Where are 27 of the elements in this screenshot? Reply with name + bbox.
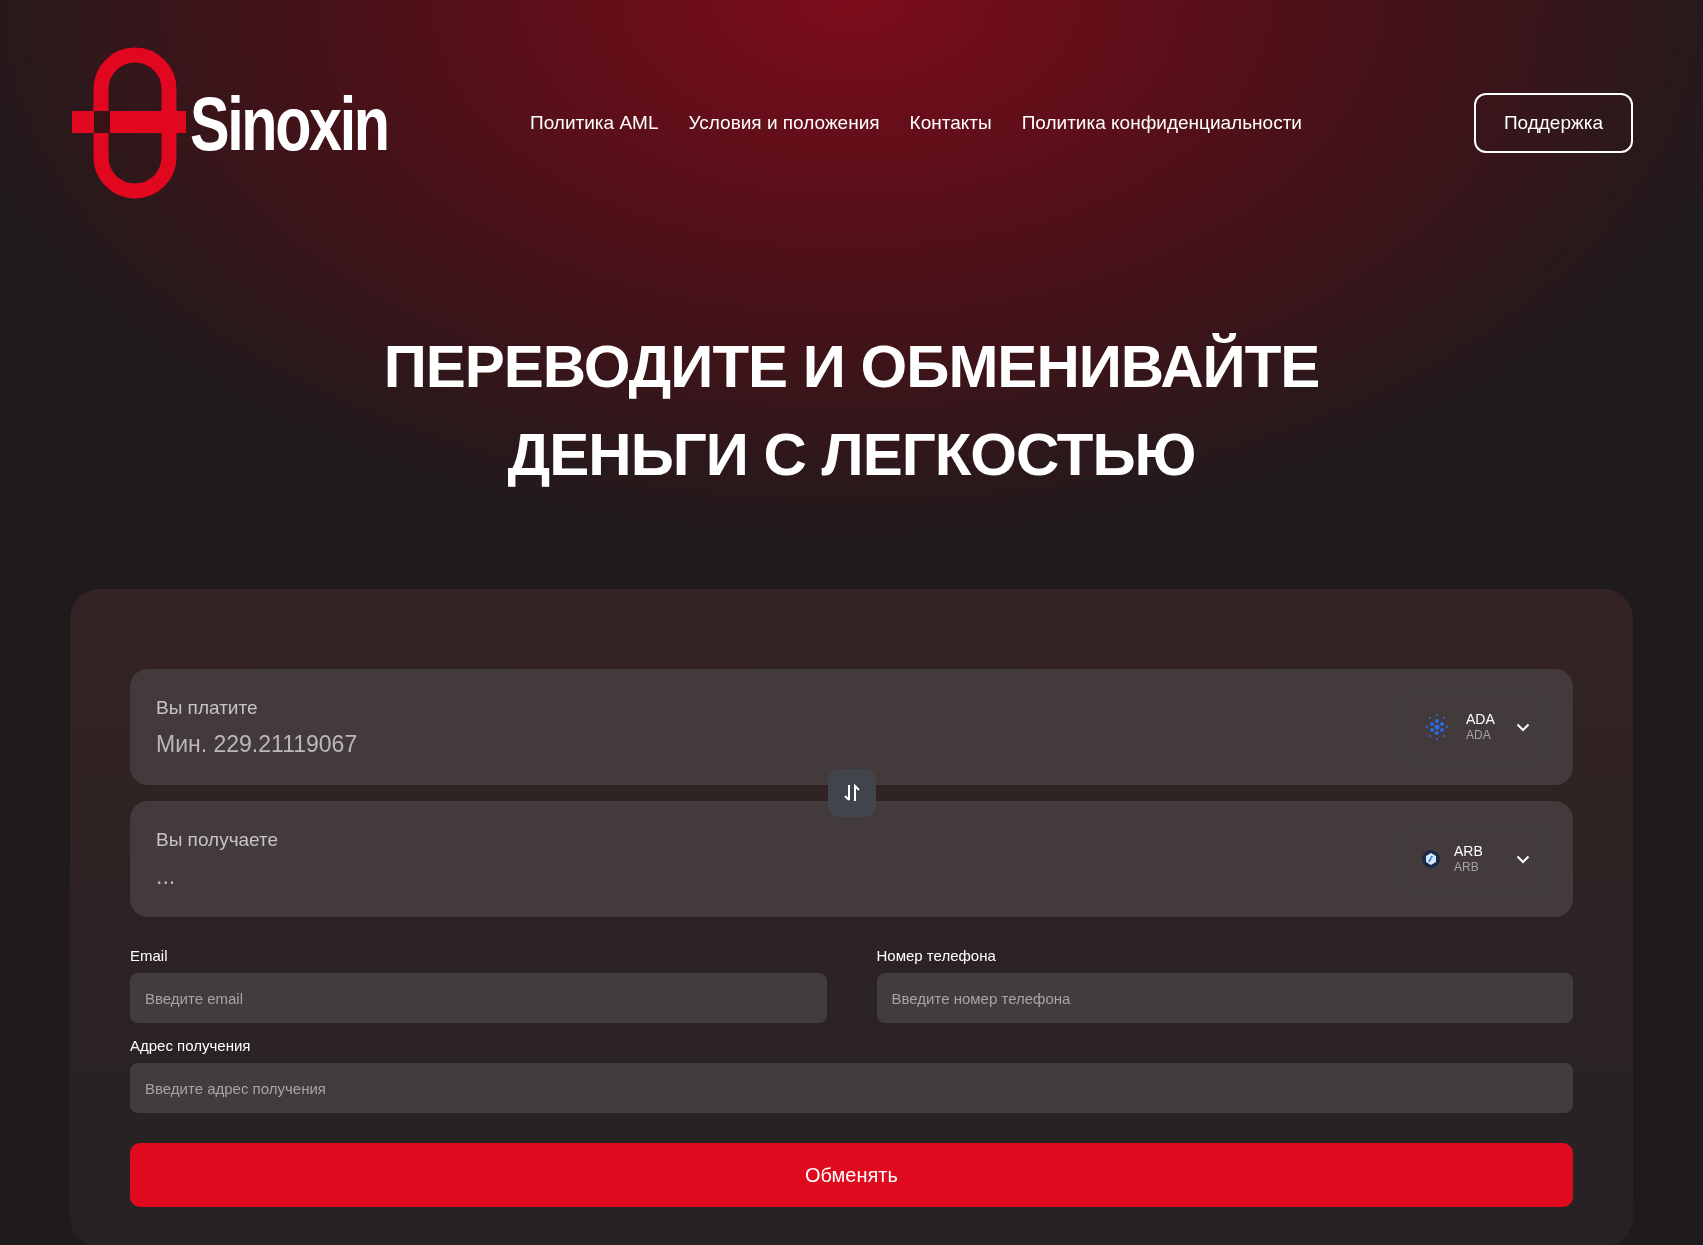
logo-icon	[70, 47, 186, 199]
field-label: Номер телефона	[876, 947, 997, 964]
exchange-button[interactable]: Обменять	[130, 1143, 1573, 1207]
hero-title: ДЕНЬГИ С ЛЕГКОСТЬЮ	[507, 420, 1196, 490]
logo-text: Sinoxin	[190, 79, 388, 167]
input-field[interactable]: Введите email	[130, 973, 827, 1023]
currency-dropdown[interactable]: ADA ADA	[1401, 693, 1547, 761]
nav-link[interactable]: Условия и положения	[688, 112, 880, 134]
chevron-down-icon	[1516, 722, 1530, 732]
swap-arrows-icon	[842, 783, 861, 803]
support-button[interactable]: Поддержка	[1473, 93, 1633, 153]
amount-label: Вы получаете	[156, 828, 280, 851]
swap-button[interactable]	[827, 769, 876, 817]
nav-link[interactable]: Контакты	[909, 112, 992, 134]
field-label: Адрес получения	[130, 1037, 252, 1054]
chevron-down-icon	[1516, 854, 1530, 864]
field-label: Email	[130, 947, 169, 964]
currency-dropdown[interactable]: ARB ARB	[1401, 825, 1547, 893]
coin-icon	[1422, 850, 1440, 868]
nav-link[interactable]: Политика конфиденциальности	[1021, 112, 1302, 134]
input-field[interactable]: Введите номер телефона	[876, 973, 1573, 1023]
amount-field[interactable]: ...	[156, 862, 556, 890]
hero-title: ПЕРЕВОДИТЕ И ОБМЕНИВАЙТЕ	[383, 332, 1320, 402]
amount-field[interactable]: Мин. 229.21119067	[156, 730, 556, 758]
nav-link[interactable]: Политика AML	[530, 112, 659, 134]
amount-label: Вы платите	[156, 696, 259, 719]
input-field[interactable]: Введите адрес получения	[130, 1063, 1573, 1113]
